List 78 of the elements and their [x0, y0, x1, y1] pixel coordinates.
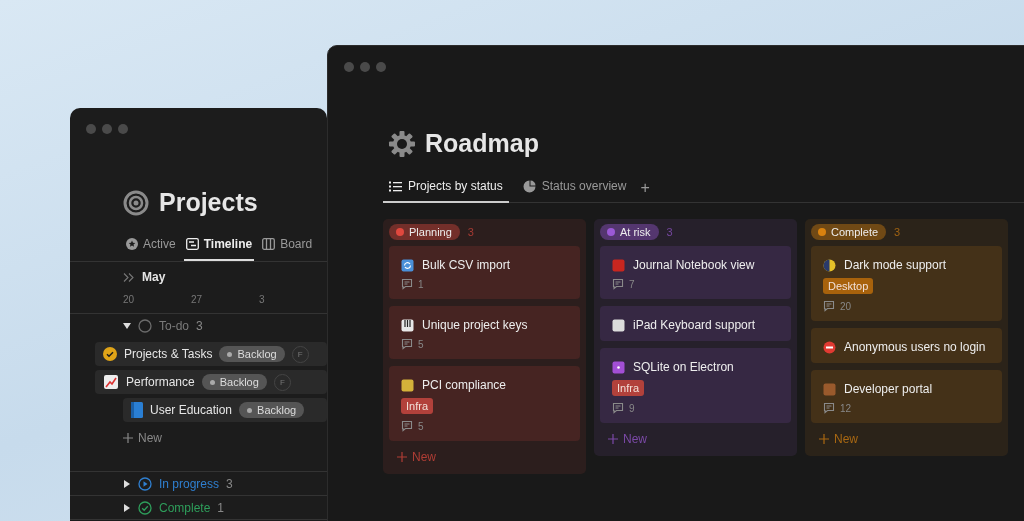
page-title: Roadmap — [425, 129, 539, 158]
window-controls-icon — [344, 62, 386, 72]
project-card[interactable]: Anonymous users no login — [811, 328, 1002, 363]
board-icon — [262, 238, 276, 250]
toggle-icon[interactable] — [123, 480, 131, 488]
comment-count: 7 — [629, 278, 635, 290]
add-view-button[interactable]: + — [640, 178, 650, 197]
tag-label: Infra — [612, 380, 644, 396]
group-count: 3 — [226, 477, 233, 491]
project-card[interactable]: Developer portal 12 — [811, 370, 1002, 423]
toggle-icon[interactable] — [123, 504, 131, 512]
status-pill: Planning — [389, 224, 460, 240]
project-row[interactable]: User Education Backlog — [123, 398, 327, 422]
list-icon — [389, 180, 402, 192]
star-icon — [126, 238, 138, 250]
group-label: In progress — [159, 477, 220, 491]
comment-icon — [823, 402, 835, 414]
double-chevron-icon[interactable] — [123, 272, 134, 282]
comment-count: 1 — [418, 278, 424, 290]
noentry-icon — [823, 340, 836, 354]
project-card[interactable]: iPad Keyboard support — [600, 306, 791, 341]
month-label: May — [142, 270, 166, 284]
plus-icon — [397, 452, 407, 462]
comment-count: 5 — [418, 420, 424, 432]
group-label: Complete — [159, 501, 211, 515]
project-card[interactable]: PCI compliance Infra 5 — [389, 366, 580, 441]
status-pill: Complete — [811, 224, 887, 240]
page-title: Projects — [159, 188, 258, 217]
new-button[interactable]: New — [123, 431, 162, 445]
window-controls-icon — [86, 124, 128, 134]
tag-label: Desktop — [823, 278, 874, 294]
plus-icon — [123, 433, 133, 443]
project-card[interactable]: Dark mode support Desktop 20 — [811, 246, 1002, 321]
status-tag: Backlog — [239, 402, 305, 418]
comment-count: 5 — [418, 338, 424, 350]
comment-icon — [612, 278, 624, 290]
view-tab[interactable]: Timeline — [183, 231, 255, 261]
target-icon — [123, 189, 149, 216]
plus-icon — [608, 434, 618, 444]
comment-icon — [401, 278, 413, 290]
comment-icon — [401, 338, 413, 350]
plus-icon — [819, 434, 829, 444]
comment-icon — [612, 402, 624, 414]
sync-icon — [401, 258, 414, 272]
view-tab[interactable]: Status overview — [516, 173, 633, 203]
moon-icon — [823, 258, 836, 272]
column-count: 3 — [467, 226, 474, 238]
group-count: 1 — [217, 501, 225, 515]
tag-label: Infra — [401, 398, 433, 414]
piano-icon — [401, 318, 414, 332]
group-label: To-do — [159, 319, 190, 333]
date-label: 3 — [259, 294, 266, 305]
comment-icon — [401, 420, 413, 432]
comment-count: 12 — [840, 402, 852, 414]
comment-count: 20 — [840, 300, 852, 312]
pie-chart-icon — [522, 179, 536, 193]
status-pill: At risk — [600, 224, 659, 240]
view-tab[interactable]: Active — [124, 231, 178, 261]
view-tab[interactable]: Projects by status — [383, 173, 509, 203]
project-card[interactable]: SQLite on Electron Infra 9 — [600, 348, 791, 423]
column-count: 3 — [894, 226, 901, 238]
date-label: 27 — [191, 294, 204, 305]
check-circle-icon — [103, 347, 117, 361]
toggle-icon[interactable] — [123, 322, 131, 330]
comment-count: 9 — [629, 402, 635, 414]
timeline-icon — [185, 238, 199, 250]
group-count: 3 — [196, 319, 203, 333]
chart-icon — [103, 374, 119, 390]
status-tag: Backlog — [219, 346, 285, 362]
date-label: 20 — [123, 294, 136, 305]
column-count: 3 — [666, 226, 673, 238]
status-tag: Backlog — [201, 374, 267, 390]
comment-icon — [823, 300, 835, 312]
view-tab[interactable]: Board — [260, 231, 315, 261]
project-card[interactable]: Journal Notebook view 7 — [600, 246, 791, 299]
gear-icon — [388, 129, 416, 158]
project-card[interactable]: Unique project keys 5 — [389, 306, 580, 359]
project-card[interactable]: Bulk CSV import 1 — [389, 246, 580, 299]
